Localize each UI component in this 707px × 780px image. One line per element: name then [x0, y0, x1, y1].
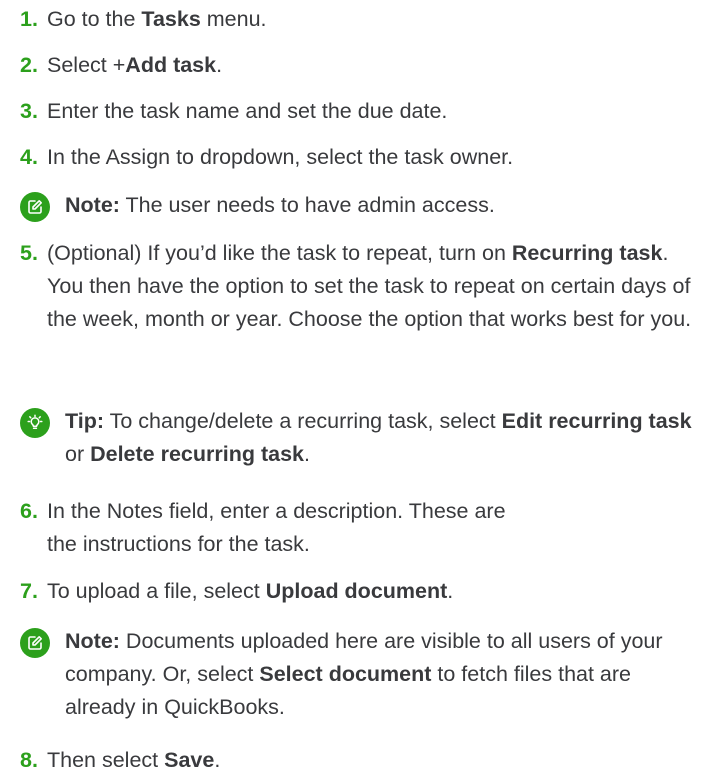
step-text: (Optional) If you’d like the task to rep…	[47, 237, 693, 336]
step-text-part: menu.	[200, 7, 267, 31]
save-term: Save	[164, 748, 215, 772]
step-8: 8. Then select Save.	[20, 744, 693, 777]
step-number: 4.	[20, 145, 38, 169]
select-document-term: Select document	[259, 662, 432, 686]
step-number: 7.	[20, 579, 38, 603]
step-number: 2.	[20, 53, 38, 77]
tip-text: Tip: To change/delete a recurring task, …	[65, 405, 693, 471]
step-text: In the Notes field, enter a description.…	[47, 495, 517, 561]
step-text: Select +Add task.	[47, 49, 693, 82]
step-text: In the Assign to dropdown, select the ta…	[47, 141, 693, 174]
note-text: Note: The user needs to have admin acces…	[65, 189, 693, 222]
recurring-task-term: Recurring task	[511, 241, 663, 265]
delete-recurring-task-term: Delete recurring task	[90, 442, 304, 466]
step-number: 6.	[20, 499, 38, 523]
step-text: Go to the Tasks menu.	[47, 3, 693, 36]
upload-document-term: Upload document	[265, 579, 448, 603]
step-text-part: Then select	[47, 748, 165, 772]
step-text-part: To upload a file, select	[47, 579, 266, 603]
tip-label: Tip:	[65, 409, 105, 433]
step-2: 2. Select +Add task.	[20, 49, 693, 82]
step-7: 7. To upload a file, select Upload docum…	[20, 575, 693, 608]
tasks-menu-term: Tasks	[141, 7, 201, 31]
step-5: 5. (Optional) If you’d like the task to …	[20, 237, 693, 336]
note-callout: Note: The user needs to have admin acces…	[20, 189, 693, 222]
note-text: Note: Documents uploaded here are visibl…	[65, 625, 693, 724]
edit-recurring-task-term: Edit recurring task	[501, 409, 692, 433]
tip-text-part: .	[304, 442, 310, 466]
step-6: 6. In the Notes field, enter a descripti…	[20, 495, 517, 561]
step-text-part: In the Notes field, enter a description.…	[47, 499, 506, 556]
step-number: 8.	[20, 748, 38, 772]
step-text-part: Enter the task name and set the due date…	[47, 99, 448, 123]
step-text-part: .	[447, 579, 454, 603]
step-text-part: .	[214, 748, 221, 772]
step-text-part: In the Assign to dropdown, select the ta…	[47, 145, 514, 169]
note-label: Note:	[65, 193, 120, 217]
step-number: 1.	[20, 7, 38, 31]
tip-callout: Tip: To change/delete a recurring task, …	[20, 405, 693, 471]
step-3: 3. Enter the task name and set the due d…	[20, 95, 693, 128]
note-edit-icon	[20, 628, 50, 658]
note-callout: Note: Documents uploaded here are visibl…	[20, 625, 693, 724]
step-text-part: Go to the	[47, 7, 142, 31]
instructions-page: 1. Go to the Tasks menu. 2. Select +Add …	[0, 0, 707, 780]
step-text: Then select Save.	[47, 744, 693, 777]
step-1: 1. Go to the Tasks menu.	[20, 3, 693, 36]
tip-text-part: or	[65, 442, 91, 466]
step-text-part: Select +	[47, 53, 126, 77]
add-task-term: Add task	[125, 53, 217, 77]
note-edit-icon	[20, 192, 50, 222]
tip-text-part: To change/delete a recurring task, selec…	[109, 409, 502, 433]
step-text-part: .	[216, 53, 223, 77]
step-number: 5.	[20, 241, 38, 265]
note-label: Note:	[65, 629, 120, 653]
lightbulb-icon	[20, 408, 50, 438]
step-text-part: (Optional) If you’d like the task to rep…	[47, 241, 512, 265]
step-text: Enter the task name and set the due date…	[47, 95, 693, 128]
step-4: 4. In the Assign to dropdown, select the…	[20, 141, 693, 174]
note-text-part: The user needs to have admin access.	[125, 193, 495, 217]
step-number: 3.	[20, 99, 38, 123]
step-text: To upload a file, select Upload document…	[47, 575, 693, 608]
